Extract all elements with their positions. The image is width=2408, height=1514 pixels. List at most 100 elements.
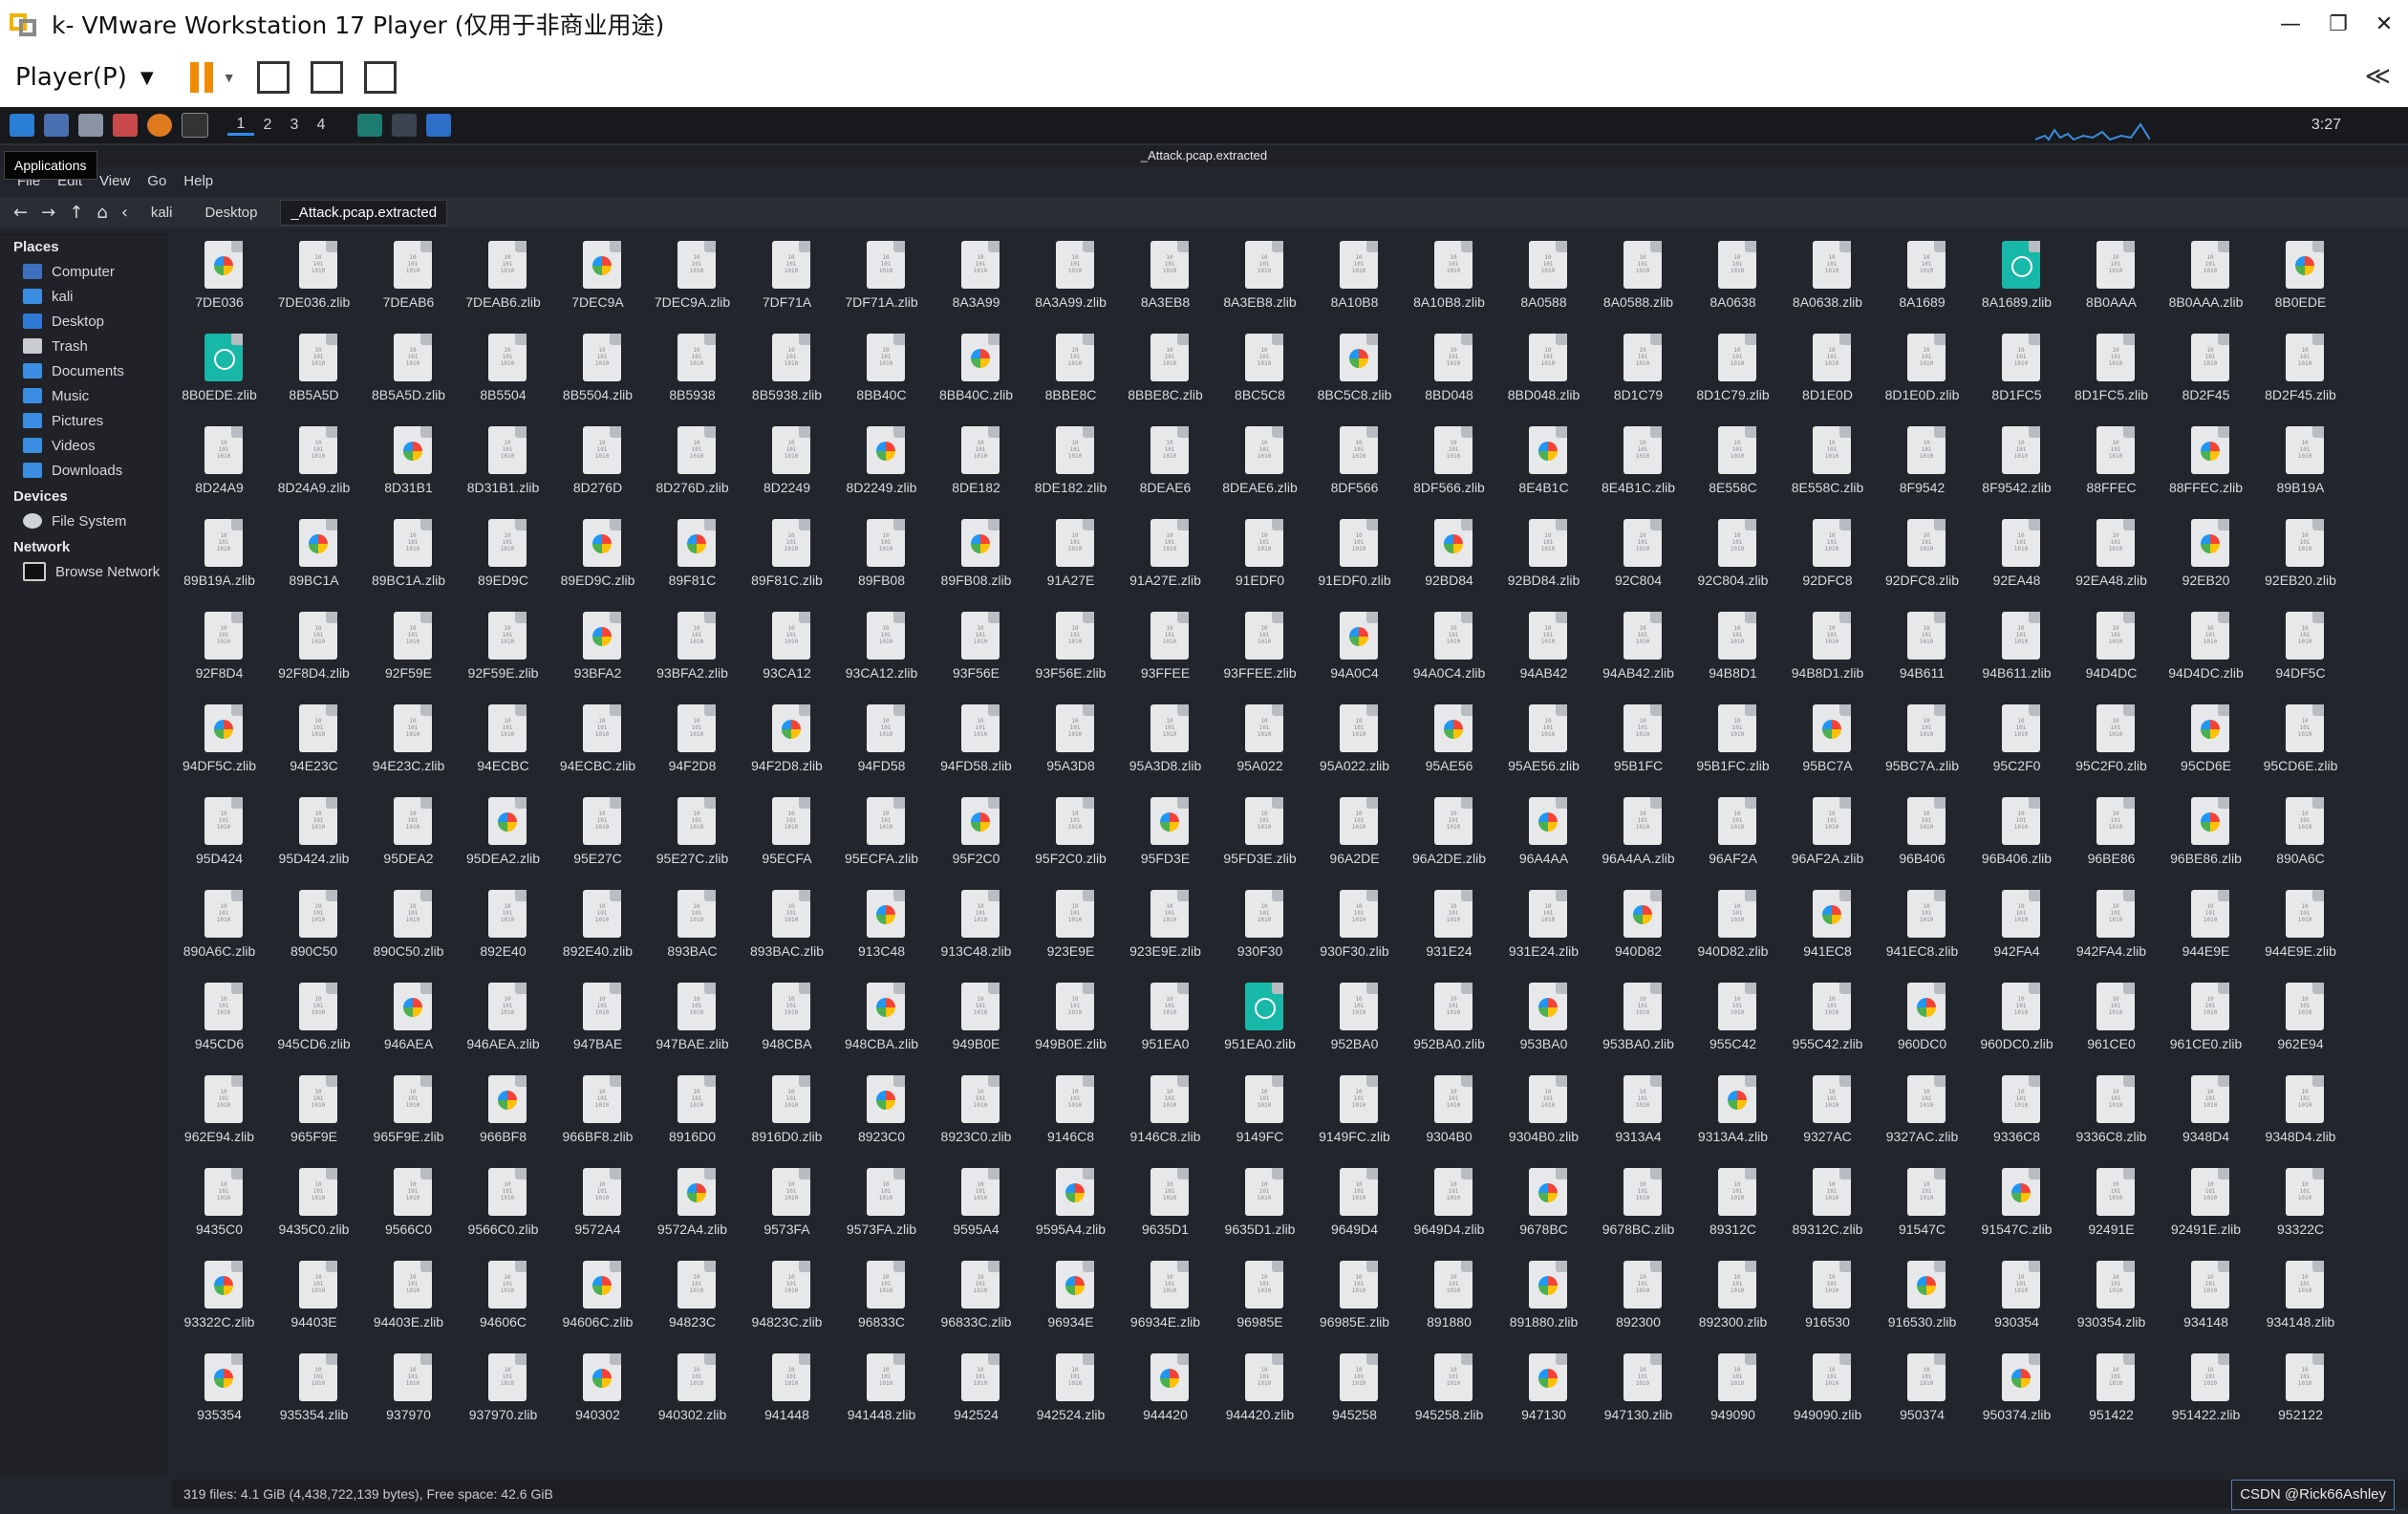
file-item[interactable]: 10 101 1010 8A0638.zlib xyxy=(1780,233,1875,326)
file-item[interactable]: 10 101 1010 93CA12.zlib xyxy=(834,604,929,697)
file-item[interactable]: 10 101 1010 945CD6.zlib xyxy=(267,975,361,1068)
file-item[interactable]: 10 101 1010 94B611.zlib xyxy=(1969,604,2064,697)
file-item[interactable]: 10 101 1010 944420.zlib xyxy=(1213,1346,1307,1438)
file-item[interactable]: 10 101 1010 8D24A9.zlib xyxy=(267,419,361,511)
terminal-icon[interactable] xyxy=(182,113,208,138)
file-item[interactable]: 10 101 1010 9572A4 xyxy=(550,1160,645,1253)
file-item[interactable]: 10 101 1010 93CA12 xyxy=(740,604,834,697)
file-item[interactable]: 10 101 1010 944E9E.zlib xyxy=(2253,882,2348,975)
sidebar-item-file-system[interactable]: File System xyxy=(0,508,168,533)
menu-help[interactable]: Help xyxy=(183,173,213,189)
file-item[interactable]: 8E4B1C xyxy=(1496,419,1591,511)
menu-go[interactable]: Go xyxy=(147,173,166,189)
file-item[interactable]: 10 101 1010 96B406 xyxy=(1875,789,1969,882)
file-manager-icon[interactable] xyxy=(78,114,103,137)
file-item[interactable]: 7DEC9A xyxy=(550,233,645,326)
file-item[interactable]: 10 101 1010 9573FA xyxy=(740,1160,834,1253)
workspace-4[interactable]: 4 xyxy=(308,117,334,134)
file-item[interactable]: 10 101 1010 96AF2A xyxy=(1686,789,1780,882)
file-item[interactable]: 10 101 1010 9149FC xyxy=(1213,1068,1307,1160)
file-item[interactable]: 10 101 1010 949B0E xyxy=(929,975,1023,1068)
pause-options-chevron-icon[interactable]: ▼ xyxy=(223,70,236,85)
file-item[interactable]: 10 101 1010 94E23C xyxy=(267,697,361,789)
file-item[interactable]: 10 101 1010 8F9542 xyxy=(1875,419,1969,511)
file-item[interactable]: 940302 xyxy=(550,1346,645,1438)
file-item[interactable]: 10 101 1010 952BA0 xyxy=(1307,975,1402,1068)
maximize-button[interactable]: ❐ xyxy=(2314,0,2362,48)
file-item[interactable]: 10 101 1010 937970.zlib xyxy=(456,1346,550,1438)
file-item[interactable]: 10 101 1010 92F59E.zlib xyxy=(456,604,550,697)
file-item[interactable]: 10 101 1010 8B5A5D xyxy=(267,326,361,419)
file-item[interactable]: 10 101 1010 8916D0 xyxy=(645,1068,740,1160)
file-item[interactable]: 10 101 1010 7DE036.zlib xyxy=(267,233,361,326)
file-item[interactable]: 10 101 1010 961CE0.zlib xyxy=(2159,975,2253,1068)
file-item[interactable]: 950374.zlib xyxy=(1969,1346,2064,1438)
file-item[interactable]: 8D31B1 xyxy=(361,419,456,511)
file-item[interactable]: 10 101 1010 94FD58.zlib xyxy=(929,697,1023,789)
file-item[interactable]: 916530.zlib xyxy=(1875,1253,1969,1346)
file-item[interactable]: 10 101 1010 940D82.zlib xyxy=(1686,882,1780,975)
file-item[interactable]: 10 101 1010 955C42.zlib xyxy=(1780,975,1875,1068)
file-item[interactable]: 10 101 1010 9304B0.zlib xyxy=(1496,1068,1591,1160)
file-item[interactable]: 10 101 1010 92C804.zlib xyxy=(1686,511,1780,604)
file-item[interactable]: 10 101 1010 95C2F0.zlib xyxy=(2064,697,2159,789)
file-item[interactable]: 10 101 1010 93F56E xyxy=(929,604,1023,697)
file-item[interactable]: 10 101 1010 7DF71A xyxy=(740,233,834,326)
file-item[interactable]: 10 101 1010 96AF2A.zlib xyxy=(1780,789,1875,882)
file-item[interactable]: 92EB20 xyxy=(2159,511,2253,604)
file-item[interactable]: 10 101 1010 96A4AA.zlib xyxy=(1591,789,1686,882)
file-item[interactable]: 10 101 1010 948CBA xyxy=(740,975,834,1068)
sidebar-item-downloads[interactable]: Downloads xyxy=(0,458,168,483)
file-item[interactable]: 10 101 1010 94B611 xyxy=(1875,604,1969,697)
file-item[interactable]: 10 101 1010 9348D4 xyxy=(2159,1068,2253,1160)
workspace-1[interactable]: 1 xyxy=(227,116,254,136)
file-item[interactable]: 10 101 1010 91EDF0.zlib xyxy=(1307,511,1402,604)
file-item[interactable]: 95F2C0 xyxy=(929,789,1023,882)
sidebar-item-music[interactable]: Music xyxy=(0,383,168,408)
file-item[interactable]: 10 101 1010 89FB08 xyxy=(834,511,929,604)
file-item[interactable]: 89FB08.zlib xyxy=(929,511,1023,604)
file-item[interactable]: 10 101 1010 930F30 xyxy=(1213,882,1307,975)
file-item[interactable]: 10 101 1010 9635D1 xyxy=(1118,1160,1213,1253)
file-item[interactable]: 93BFA2 xyxy=(550,604,645,697)
kali-menu-icon[interactable] xyxy=(10,114,34,137)
file-item[interactable]: 10 101 1010 94AB42 xyxy=(1496,604,1591,697)
file-item[interactable]: 10 101 1010 8916D0.zlib xyxy=(740,1068,834,1160)
file-item[interactable]: 10 101 1010 93FFEE.zlib xyxy=(1213,604,1307,697)
file-item[interactable]: 10 101 1010 945258 xyxy=(1307,1346,1402,1438)
file-item[interactable]: 10 101 1010 965F9E xyxy=(267,1068,361,1160)
file-item[interactable]: 96934E xyxy=(1023,1253,1118,1346)
file-item[interactable]: 10 101 1010 955C42 xyxy=(1686,975,1780,1068)
file-item[interactable]: 10 101 1010 892E40.zlib xyxy=(550,882,645,975)
collapse-toolbar-button[interactable]: ≪ xyxy=(2365,61,2391,91)
file-item[interactable]: 10 101 1010 96833C.zlib xyxy=(929,1253,1023,1346)
file-item[interactable]: 8B0EDE xyxy=(2253,233,2348,326)
file-item[interactable]: 10 101 1010 9435C0.zlib xyxy=(267,1160,361,1253)
file-item[interactable]: 10 101 1010 8B0AAA xyxy=(2064,233,2159,326)
file-item[interactable]: 10 101 1010 95A022 xyxy=(1213,697,1307,789)
file-item[interactable]: 7DE036 xyxy=(172,233,267,326)
file-item[interactable]: 10 101 1010 92F59E xyxy=(361,604,456,697)
file-item[interactable]: 10 101 1010 96985E xyxy=(1213,1253,1307,1346)
file-item[interactable]: 10 101 1010 923E9E.zlib xyxy=(1118,882,1213,975)
file-item[interactable]: 94F2D8.zlib xyxy=(740,697,834,789)
file-item[interactable]: 10 101 1010 96A2DE xyxy=(1307,789,1402,882)
file-item[interactable]: 8BB40C.zlib xyxy=(929,326,1023,419)
file-item[interactable]: 10 101 1010 89B19A.zlib xyxy=(172,511,267,604)
file-item[interactable]: 10 101 1010 94FD58 xyxy=(834,697,929,789)
file-item[interactable]: 10 101 1010 95B1FC xyxy=(1591,697,1686,789)
file-item[interactable]: 10 101 1010 8D31B1.zlib xyxy=(456,419,550,511)
file-item[interactable]: 10 101 1010 892300.zlib xyxy=(1686,1253,1780,1346)
file-item[interactable]: 10 101 1010 942FA4 xyxy=(1969,882,2064,975)
file-item[interactable]: 10 101 1010 92491E.zlib xyxy=(2159,1160,2253,1253)
file-item[interactable]: 10 101 1010 949B0E.zlib xyxy=(1023,975,1118,1068)
file-item[interactable]: 10 101 1010 89312C.zlib xyxy=(1780,1160,1875,1253)
file-item[interactable]: 10 101 1010 8A3EB8 xyxy=(1118,233,1213,326)
file-item[interactable]: 966BF8 xyxy=(456,1068,550,1160)
file-item[interactable]: 10 101 1010 8A3A99.zlib xyxy=(1023,233,1118,326)
file-item[interactable]: 10 101 1010 890A6C xyxy=(2253,789,2348,882)
file-item[interactable]: 88FFEC.zlib xyxy=(2159,419,2253,511)
file-item[interactable]: 10 101 1010 94DF5C xyxy=(2253,604,2348,697)
file-item[interactable]: 953BA0 xyxy=(1496,975,1591,1068)
file-item[interactable]: 96A4AA xyxy=(1496,789,1591,882)
